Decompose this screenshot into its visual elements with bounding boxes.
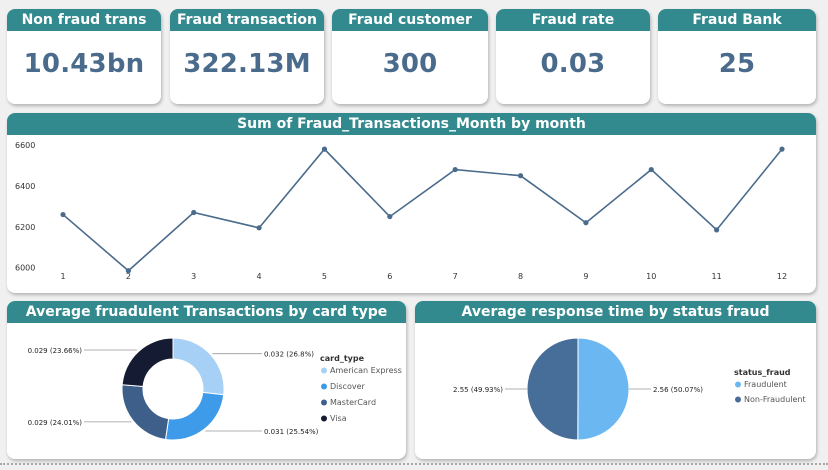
y-tick-label: 6200: [15, 223, 35, 232]
x-tick-label: 7: [453, 272, 458, 281]
pie-data-label: 2.55 (49.93%): [453, 386, 503, 394]
x-tick-label: 12: [777, 272, 787, 281]
page-bottom-divider: [0, 463, 828, 466]
line-chart-card: Sum of Fraud_Transactions_Month by month…: [7, 113, 816, 293]
line-chart: 60006200640066001 2 3 4 5 6 7 8 9 10 11 12: [15, 141, 787, 281]
x-tick-label: 9: [583, 272, 588, 281]
legend-marker: [321, 399, 327, 406]
legend-marker: [735, 381, 741, 388]
legend-marker: [321, 383, 327, 390]
kpi-value: 10.43bn: [23, 49, 145, 79]
data-point: [648, 166, 654, 173]
kpi-value: 322.13M: [183, 49, 311, 79]
donut-data-label: 0.029 (23.66%): [28, 347, 83, 355]
kpi-value: 0.03: [540, 49, 606, 79]
donut-data-label: 0.031 (25.54%): [264, 428, 319, 436]
donut-data-label: 0.032 (26.8%): [264, 351, 314, 359]
legend-title: status_fraud: [734, 368, 791, 377]
pie-slice: [526, 337, 579, 441]
data-point: [125, 268, 131, 274]
legend-label: Visa: [330, 414, 347, 423]
x-tick-label: 6: [387, 272, 392, 281]
x-tick-label: 1: [60, 272, 65, 281]
kpi-card-fraud-customer: Fraud customer 300: [332, 9, 488, 104]
y-tick-label: 6000: [15, 264, 35, 273]
pie-chart: 2.56 (50.07%) 2.55 (49.93%) status_fraud Fr…: [453, 337, 806, 441]
kpi-value: 300: [382, 49, 438, 79]
x-tick-label: 4: [257, 272, 262, 281]
y-tick-label: 6400: [15, 182, 35, 191]
kpi-title: Non fraud trans: [7, 9, 161, 31]
legend-title: card_type: [320, 354, 365, 363]
line-series: [62, 147, 783, 272]
x-tick-label: 11: [712, 272, 722, 281]
kpi-title: Fraud customer: [332, 9, 488, 31]
data-point: [583, 220, 589, 226]
kpi-card-fraud-transaction: Fraud transaction 322.13M: [170, 9, 324, 104]
donut-chart-title: Average fruadulent Transactions by card …: [7, 301, 406, 323]
legend-label: Discover: [330, 382, 366, 391]
data-point: [256, 225, 262, 231]
x-tick-label: 10: [646, 272, 656, 281]
legend-marker: [321, 367, 327, 374]
legend-label: American Express: [330, 366, 402, 375]
data-point: [60, 211, 66, 218]
donut-chart: 0.032 (26.8%) 0.031 (25.54%) 0.029 (24.01%…: [28, 337, 402, 441]
donut-slice: [121, 337, 174, 388]
data-point: [387, 213, 393, 220]
kpi-title: Fraud Bank: [658, 9, 816, 31]
pie-chart-card: Average response time by status fraud 2.…: [415, 301, 816, 459]
kpi-card-fraud-rate: Fraud rate 0.03: [496, 9, 650, 104]
data-point: [714, 227, 720, 233]
kpi-title: Fraud transaction: [170, 9, 324, 31]
y-tick-label: 6600: [15, 141, 35, 150]
kpi-card-non-fraud-trans: Non fraud trans 10.43bn: [7, 9, 161, 104]
pie-data-label: 2.56 (50.07%): [653, 386, 703, 394]
donut-slice: [172, 337, 225, 396]
kpi-card-fraud-bank: Fraud Bank 25: [658, 9, 816, 104]
donut-data-label: 0.029 (24.01%): [28, 419, 83, 427]
line-chart-title: Sum of Fraud_Transactions_Month by month: [7, 113, 816, 135]
legend-label: Non-Fraudulent: [744, 395, 806, 404]
x-tick-label: 5: [322, 272, 327, 281]
data-point: [321, 146, 328, 152]
data-point: [517, 173, 524, 179]
data-point: [779, 146, 785, 152]
legend-label: MasterCard: [330, 398, 376, 407]
donut-chart-card: Average fruadulent Transactions by card …: [7, 301, 406, 459]
data-point: [191, 209, 197, 216]
data-point: [452, 166, 458, 173]
x-tick-label: 3: [191, 272, 196, 281]
kpi-title: Fraud rate: [496, 9, 650, 31]
legend-marker: [321, 415, 327, 422]
donut-slice: [164, 391, 225, 441]
donut-slice: [121, 384, 170, 441]
x-tick-label: 8: [518, 272, 523, 281]
legend-marker: [735, 396, 741, 403]
legend-label: Fraudulent: [744, 380, 787, 389]
kpi-value: 25: [718, 49, 756, 79]
pie-chart-title: Average response time by status fraud: [415, 301, 816, 323]
pie-slice: [577, 337, 630, 441]
